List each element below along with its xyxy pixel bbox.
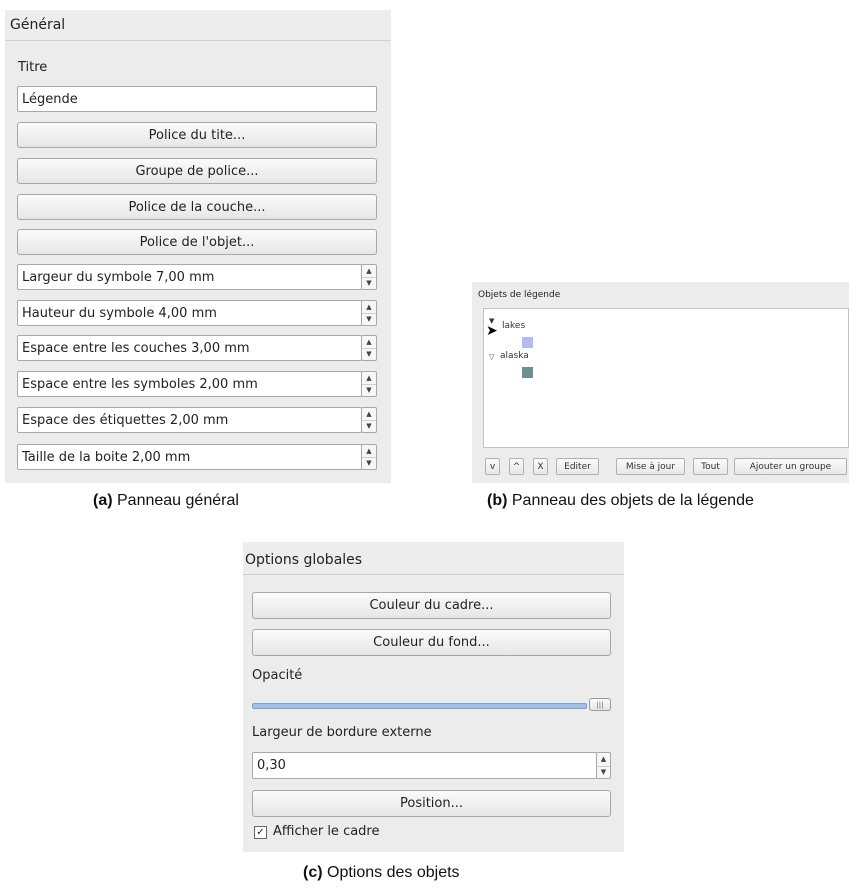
chevron-down-icon[interactable]: ▼ [362,384,376,396]
symbol-height-stepper[interactable]: ▲ ▼ [361,300,377,326]
tree-item-alaska[interactable]: alaska [500,351,529,361]
box-size-spinbox[interactable]: Taille de la boite 2,00 mm [17,444,362,470]
opacity-slider-track [252,703,587,709]
global-options-panel: Options globales Couleur du cadre... Cou… [243,542,624,852]
caption-b: (b) Panneau des objets de la légende [487,492,754,510]
global-options-title: Options globales [245,552,363,568]
caption-c: (c) Options des objets [303,864,460,882]
global-options-header: Options globales [243,542,624,575]
caption-a-text: Panneau général [112,492,239,509]
symbol-height-spinbox[interactable]: Hauteur du symbole 4,00 mm [17,300,362,326]
layer-space-stepper[interactable]: ▲ ▼ [361,335,377,361]
chevron-down-icon[interactable]: ▼ [362,457,376,469]
all-button[interactable]: Tout [693,458,728,475]
outer-border-input[interactable]: 0,30 [252,752,597,779]
caption-c-text: Options des objets [322,864,460,881]
layer-font-button[interactable]: Police de la couche... [17,194,377,220]
opacity-label: Opacité [252,668,303,683]
chevron-down-icon[interactable]: ▼ [362,348,376,360]
move-up-button[interactable]: ^ [509,458,524,475]
show-frame-label: Afficher le cadre [273,824,380,839]
tree-item-lakes[interactable]: lakes [502,321,525,331]
edit-button[interactable]: Editer [556,458,599,475]
move-down-button[interactable]: v [485,458,500,475]
general-panel-header: Général [5,10,391,41]
show-frame-checkbox[interactable]: ✓ [254,826,267,839]
title-input[interactable]: Légende [17,86,377,112]
caption-c-letter: (c) [303,864,323,881]
chevron-up-icon[interactable]: ▲ [597,753,610,767]
caption-a-letter: (a) [93,492,113,509]
lakes-color-swatch [522,337,533,348]
mouse-cursor-icon: ➤ [486,323,498,339]
chevron-down-icon[interactable]: ▼ [597,766,610,779]
outer-border-label: Largeur de bordure externe [252,725,432,740]
group-font-button[interactable]: Groupe de police... [17,158,377,184]
legend-items-panel: Objets de légende ▼ lakes ▽ alaska ➤ v ^… [472,282,849,483]
label-space-stepper[interactable]: ▲ ▼ [361,407,377,433]
chevron-down-icon[interactable]: ▼ [362,277,376,289]
general-panel-title: Général [10,17,66,33]
label-space-spinbox[interactable]: Espace des étiquettes 2,00 mm [17,407,362,433]
chevron-down-icon[interactable]: ▼ [362,420,376,432]
layer-space-spinbox[interactable]: Espace entre les couches 3,00 mm [17,335,362,361]
legend-tree[interactable]: ▼ lakes ▽ alaska ➤ [483,308,849,448]
item-font-button[interactable]: Police de l'objet... [17,229,377,255]
outer-border-stepper[interactable]: ▲ ▼ [596,752,611,779]
legend-items-title: Objets de légende [478,290,561,300]
symbol-space-stepper[interactable]: ▲ ▼ [361,371,377,397]
general-panel: Général Titre Légende Police du tite... … [5,10,391,483]
title-label: Titre [18,60,48,75]
position-button[interactable]: Position... [252,790,611,817]
title-font-button[interactable]: Police du tite... [17,122,377,148]
caption-b-text: Panneau des objets de la légende [507,492,754,509]
add-group-button[interactable]: Ajouter un groupe [734,458,847,475]
collapse-arrow-icon[interactable]: ▽ [489,353,494,361]
opacity-slider-handle[interactable]: ||| [589,698,611,711]
background-color-button[interactable]: Couleur du fond... [252,629,611,656]
update-button[interactable]: Mise à jour [616,458,685,475]
box-size-stepper[interactable]: ▲ ▼ [361,444,377,470]
alaska-color-swatch [522,367,533,378]
chevron-down-icon[interactable]: ▼ [362,313,376,325]
caption-a: (a) Panneau général [93,492,239,510]
opacity-slider[interactable]: ||| [252,698,611,711]
symbol-space-spinbox[interactable]: Espace entre les symboles 2,00 mm [17,371,362,397]
symbol-width-spinbox[interactable]: Largeur du symbole 7,00 mm [17,264,362,290]
symbol-width-stepper[interactable]: ▲ ▼ [361,264,377,290]
caption-b-letter: (b) [487,492,508,509]
remove-button[interactable]: X [533,458,548,475]
frame-color-button[interactable]: Couleur du cadre... [252,592,611,619]
